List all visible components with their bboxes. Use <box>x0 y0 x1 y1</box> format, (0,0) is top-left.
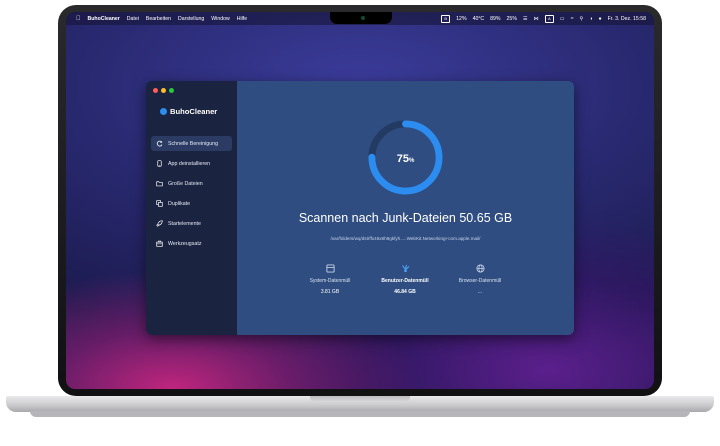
progress-value: 75 <box>396 153 409 165</box>
sidebar-item-startelemente[interactable]: Startelemente <box>151 216 232 231</box>
sidebar-item-grosse-dateien[interactable]: Große Dateien <box>151 176 232 191</box>
sidebar-item-label: Startelemente <box>168 220 201 227</box>
stat-value: ... <box>477 289 483 295</box>
status-cpu[interactable]: 12% <box>456 16 466 22</box>
sidebar: BuhoCleaner Schnelle Bereinigung App dei… <box>146 81 237 335</box>
system-trash-icon <box>325 263 335 273</box>
stat-value: 46.84 GB <box>394 289 416 295</box>
buhocleaner-window: BuhoCleaner Schnelle Bereinigung App dei… <box>146 81 574 335</box>
main-panel: 75% Scannen nach Junk-Dateien 50.65 GB /… <box>237 81 574 335</box>
keyboard-input-icon[interactable]: A <box>544 14 554 23</box>
stat-user-junk: Benutzer-Datenmüll 46.84 GB <box>370 263 440 295</box>
duplicate-icon <box>156 200 163 207</box>
menu-clock[interactable]: Fr. 3. Dez. 15:58 <box>608 16 646 22</box>
app-title: BuhoCleaner <box>170 107 218 116</box>
user-trash-icon <box>401 264 409 272</box>
sidebar-nav: Schnelle Bereinigung App deinstallieren … <box>151 136 232 256</box>
siri-icon[interactable]: ● <box>599 16 602 22</box>
scan-title-text: Scannen nach Junk-Dateien <box>298 211 456 225</box>
window-controls <box>153 88 174 93</box>
stat-label: Browser-Datenmüll <box>458 278 502 284</box>
menu-window[interactable]: Window <box>211 16 229 22</box>
camera-icon <box>361 16 365 20</box>
sidebar-item-duplikate[interactable]: Duplikate <box>151 196 232 211</box>
progress-unit: % <box>408 158 415 164</box>
stat-system-junk: System-Datenmüll 3.81 GB <box>295 263 365 295</box>
laptop-hinge-notch <box>310 396 410 402</box>
stat-value: 3.81 GB <box>320 289 340 295</box>
app-logo: BuhoCleaner <box>160 107 217 116</box>
stat-label: Benutzer-Datenmüll <box>381 278 429 284</box>
sidebar-item-label: App deinstallieren <box>168 160 211 167</box>
sidebar-item-label: Große Dateien <box>168 180 203 187</box>
status-app-icon[interactable]: B <box>441 14 451 23</box>
scan-categories: System-Datenmüll 3.81 GB Benutzer-Datenm… <box>295 263 515 295</box>
scan-title: Scannen nach Junk-Dateien 50.65 GB <box>237 211 574 225</box>
app-uninstall-icon <box>157 160 162 167</box>
control-icon[interactable]: ☰ <box>523 16 528 22</box>
toolbox-icon <box>156 240 163 247</box>
menu-bearbeiten[interactable]: Bearbeiten <box>146 16 171 22</box>
status-temperature[interactable]: 40°C <box>473 16 485 22</box>
folder-icon <box>156 181 163 187</box>
menu-app-name[interactable]: BuhoCleaner <box>88 16 120 22</box>
minimize-button[interactable] <box>161 88 166 93</box>
close-button[interactable] <box>153 88 158 93</box>
stat-label: System-Datenmüll <box>309 278 351 284</box>
menu-darstellung[interactable]: Darstellung <box>178 16 204 22</box>
sidebar-item-werkzeugsatz[interactable]: Werkzeugsatz <box>151 236 232 251</box>
status-battery-percent[interactable]: 89% <box>490 16 500 22</box>
stat-browser-junk: Browser-Datenmüll ... <box>445 263 515 295</box>
sidebar-item-app-deinstallieren[interactable]: App deinstallieren <box>151 156 232 171</box>
menu-hilfe[interactable]: Hilfe <box>237 16 247 22</box>
globe-icon <box>475 263 485 273</box>
scan-current-path: /var/folders/wq/dstrffx46x8h9gkfyh.....W… <box>330 236 481 241</box>
scan-progress-percent: 75% <box>366 153 445 165</box>
apple-menu-icon[interactable]:  <box>76 16 81 22</box>
search-icon[interactable]: ⚲ <box>580 16 584 22</box>
sidebar-item-label: Schnelle Bereinigung <box>168 140 219 147</box>
control-center-icon[interactable]: ◑ <box>589 16 592 22</box>
menu-datei[interactable]: Datei <box>127 16 139 22</box>
rocket-icon <box>156 220 163 227</box>
scan-total-size: 50.65 GB <box>459 211 513 225</box>
cleanup-icon <box>156 140 163 147</box>
buho-logo-icon <box>160 108 167 115</box>
laptop-base-edge <box>30 411 690 417</box>
wifi-icon[interactable]: ≈ <box>571 16 574 22</box>
sidebar-item-label: Werkzeugsatz <box>168 240 202 247</box>
zoom-button[interactable] <box>169 88 174 93</box>
sidebar-item-label: Duplikate <box>168 200 191 207</box>
sidebar-item-schnelle-bereinigung[interactable]: Schnelle Bereinigung <box>151 136 232 151</box>
battery-icon[interactable]: ▭ <box>560 16 565 22</box>
bluetooth-icon[interactable]: ⋈ <box>534 16 539 22</box>
status-memory[interactable]: 25% <box>507 16 517 22</box>
